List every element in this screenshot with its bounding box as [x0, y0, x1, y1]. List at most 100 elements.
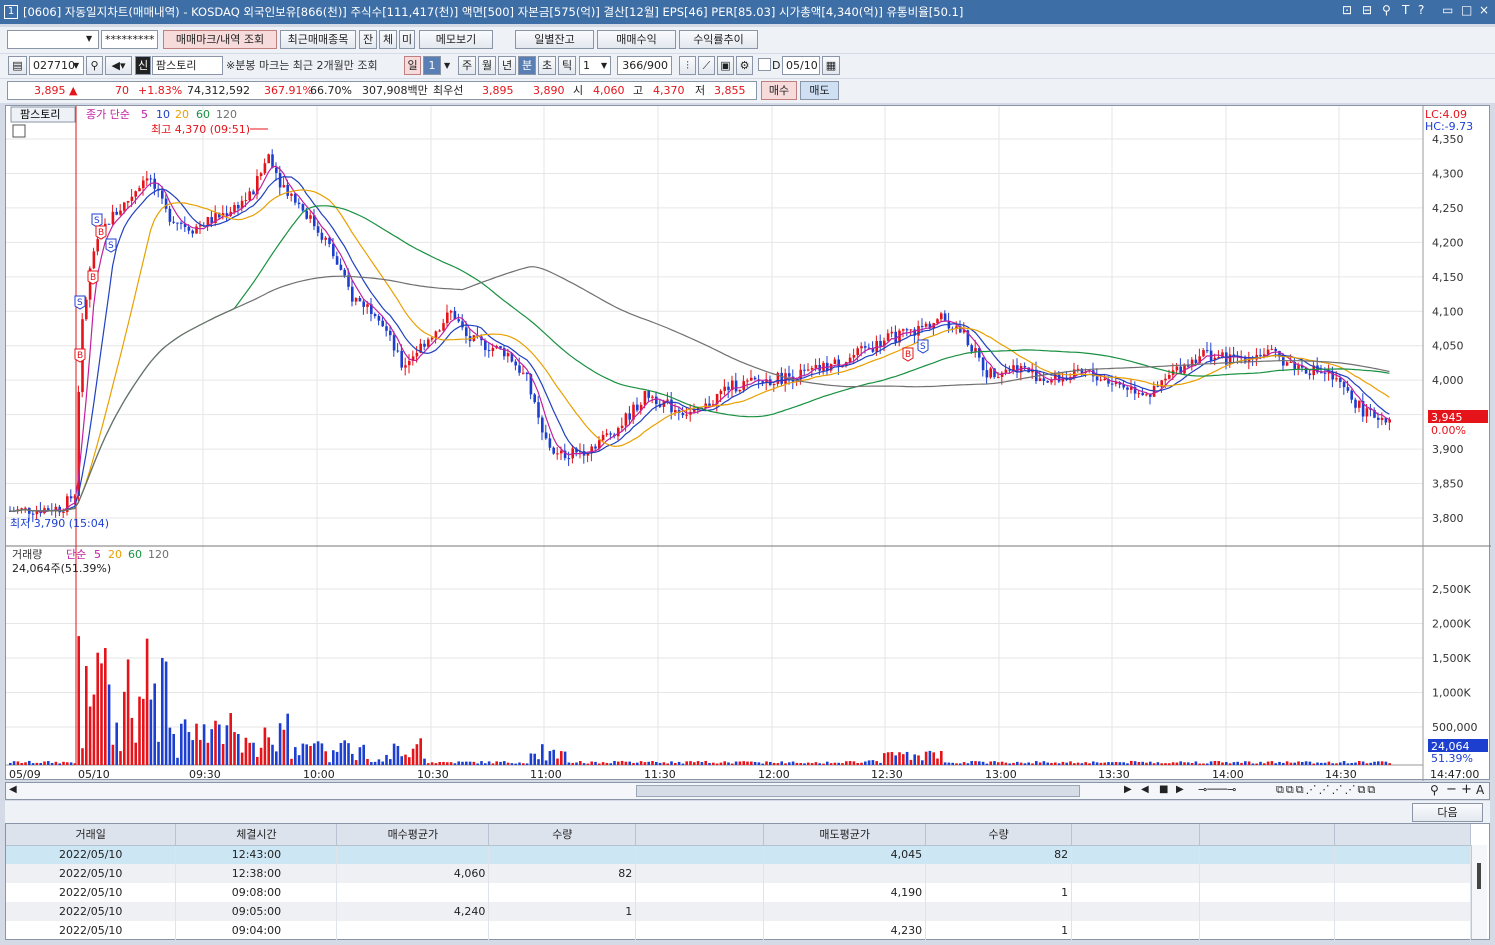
zoom-in-icon[interactable]: +	[1461, 782, 1472, 797]
candle-body	[1354, 399, 1357, 408]
volume-bar	[1190, 762, 1194, 765]
save-icon[interactable]: ▣	[717, 56, 734, 75]
minimize-group-icon[interactable]: ⊟	[1362, 3, 1372, 17]
date-checkbox[interactable]	[758, 58, 771, 71]
draw-line-icon[interactable]: ⟋	[698, 56, 715, 75]
unfilled-button[interactable]: 미	[399, 30, 415, 49]
tool-icons[interactable]: ⧉⧉⧉⋰⋰⋰⋰⧉⧉	[1276, 783, 1377, 797]
grid-scrollbar[interactable]	[1471, 845, 1487, 939]
col-sell-avg[interactable]: 매도평균가	[763, 824, 927, 846]
volume-bar	[1160, 763, 1163, 765]
candle-body	[427, 339, 430, 347]
password-field[interactable]: *********	[101, 30, 158, 49]
play-icon[interactable]: ▶	[1176, 784, 1184, 795]
stop-icon[interactable]: ■	[1159, 784, 1168, 795]
layout-icon[interactable]: ▤	[8, 56, 27, 75]
col-buy-avg[interactable]: 매수평균가	[336, 824, 490, 846]
candle-icon[interactable]: ⫶	[679, 56, 696, 75]
table-row[interactable]: 2022/05/10 09:05:00 4,240 1	[6, 902, 1472, 921]
scroll-thumb[interactable]	[636, 785, 1080, 797]
period-week[interactable]: 주	[458, 56, 476, 75]
restore-icon[interactable]: ⊡	[1342, 3, 1352, 17]
candle-body	[282, 184, 286, 188]
volume-bar	[1255, 763, 1258, 765]
minimize-icon[interactable]: ▭	[1442, 3, 1453, 17]
table-row[interactable]: 2022/05/10 12:43:00 4,045 82	[6, 845, 1472, 864]
pin-icon[interactable]: ⚲	[1382, 3, 1391, 17]
minute-notice: ※분봉 마크는 최근 2개월만 조회	[226, 59, 378, 72]
scroll-right-icon[interactable]: ▶	[1124, 784, 1132, 795]
chart-scrollbar[interactable]: ◀ ▶ ◀ ■ ▶ ⊸───⊸ ⧉⧉⧉⋰⋰⋰⋰⧉⧉ ⚲ − + A	[5, 782, 1490, 800]
chart-panel[interactable]: 4,350 4,300 4,250 4,200 4,150 4,100 4,050 4,000…	[5, 105, 1491, 781]
chart-svg[interactable]: 4,350 4,300 4,250 4,200 4,150 4,100 4,050 4,000…	[6, 106, 1491, 781]
period-month[interactable]: 월	[478, 56, 496, 75]
close-icon[interactable]: ×	[1479, 3, 1489, 17]
table-row[interactable]: 2022/05/10 09:04:00 4,230 1	[6, 921, 1472, 940]
candle-body	[275, 167, 278, 173]
period-day[interactable]: 일	[404, 56, 421, 75]
volume-bar	[791, 761, 795, 765]
sell-button[interactable]: 매도	[800, 81, 839, 100]
period-tick[interactable]: 틱	[558, 56, 576, 75]
font-size-icon[interactable]: A	[1476, 783, 1484, 797]
chevron-down-icon[interactable]: ▼	[73, 61, 79, 70]
help-icon[interactable]: ?	[1418, 3, 1424, 17]
recent-trades-button[interactable]: 최근매매종목	[280, 30, 356, 49]
font-icon[interactable]: T	[1402, 3, 1409, 17]
daily-balance-button[interactable]: 일별잔고	[515, 30, 594, 49]
table-row[interactable]: 2022/05/10 09:08:00 4,190 1	[6, 883, 1472, 902]
trade-profit-button[interactable]: 매매수익	[597, 30, 676, 49]
zoom-slider-icon[interactable]: ⊸───⊸	[1198, 783, 1236, 796]
volume-bar	[244, 737, 248, 765]
buy-button[interactable]: 매수	[761, 81, 797, 100]
volume-bar	[1225, 761, 1228, 765]
period-day-count[interactable]: 1	[423, 56, 441, 75]
hc-label: HC:-9.73	[1425, 120, 1473, 133]
volume-bar	[50, 762, 54, 765]
trade-mark-query-button[interactable]: 매매마크/내역 조회	[163, 30, 277, 49]
speaker-icon[interactable]: ◀▾	[105, 56, 132, 75]
chevron-down-icon[interactable]: ▼	[601, 61, 607, 70]
volume-bar	[1380, 761, 1384, 765]
best-quote-label: 최우선	[433, 84, 464, 97]
candle-body	[852, 354, 856, 358]
bar-count-field[interactable]: 366/900	[617, 56, 672, 75]
volume-bar	[206, 742, 210, 765]
col-buy-qty[interactable]: 수량	[488, 824, 637, 846]
candle-body	[1342, 381, 1346, 388]
next-button[interactable]: 다음	[1412, 803, 1483, 822]
zoom-out-icon[interactable]: −	[1446, 782, 1457, 797]
play-back-icon[interactable]: ◀	[1141, 784, 1149, 795]
period-second[interactable]: 초	[538, 56, 556, 75]
period-minute[interactable]: 분	[518, 56, 536, 75]
calendar-icon[interactable]: ▦	[822, 56, 840, 75]
volume-bar	[639, 761, 643, 765]
scroll-left-icon[interactable]: ◀	[9, 784, 17, 795]
volume-bar	[54, 761, 58, 765]
maximize-icon[interactable]: □	[1461, 3, 1472, 17]
price-tick-label: 4,150	[1432, 271, 1464, 284]
grid-scroll-thumb[interactable]	[1477, 863, 1481, 889]
candle-body	[316, 226, 320, 233]
table-cell	[1334, 883, 1472, 902]
balance-button[interactable]: 잔	[359, 30, 377, 49]
col-trade-date[interactable]: 거래일	[6, 824, 177, 846]
candle-body	[1194, 359, 1198, 364]
volume-bar	[955, 763, 958, 765]
filled-button[interactable]: 체	[379, 30, 397, 49]
chevron-down-icon[interactable]: ▼	[86, 34, 92, 43]
col-exec-time[interactable]: 체결시간	[175, 824, 338, 846]
volume-bar	[1050, 762, 1053, 765]
period-year[interactable]: 년	[498, 56, 516, 75]
memo-view-button[interactable]: 메모보기	[419, 30, 493, 49]
gear-icon[interactable]: ⚙	[736, 56, 753, 75]
volume-bar	[928, 750, 932, 765]
chevron-down-icon[interactable]: ▼	[444, 61, 450, 70]
volume-bar	[719, 762, 723, 765]
search-icon[interactable]: ⚲	[86, 56, 103, 75]
return-trend-button[interactable]: 수익률추이	[679, 30, 758, 49]
date-field[interactable]: 05/10	[782, 56, 820, 75]
col-sell-qty[interactable]: 수량	[925, 824, 1073, 846]
search-icon[interactable]: ⚲	[1430, 783, 1439, 797]
table-row[interactable]: 2022/05/10 12:38:00 4,060 82	[6, 864, 1472, 883]
